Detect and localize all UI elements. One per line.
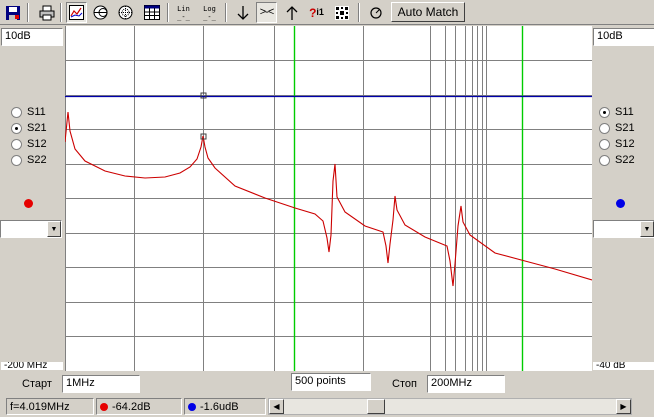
toolbar: Lin _-_ Log _-_ >-< ? i1 Auto Match	[0, 0, 654, 25]
auto-match-button[interactable]: Auto Match	[391, 2, 465, 22]
right-clipped-field: -40 dB	[593, 362, 654, 370]
stop-label: Стоп	[392, 378, 417, 390]
blue-marker-readout: -1.6udB	[184, 398, 266, 415]
left-param-group: S11 S21 S12 S22	[11, 104, 67, 168]
polar-chart-icon[interactable]	[115, 2, 136, 23]
red-dot-icon	[100, 402, 108, 411]
radio-icon	[599, 122, 610, 134]
scroll-right-icon[interactable]: ▶	[616, 399, 631, 414]
left-marker-combo[interactable]: ▼	[0, 220, 62, 238]
left-scale-field[interactable]: 10dB	[1, 28, 63, 46]
zoom-in-icon[interactable]: >-<	[256, 2, 277, 23]
right-param-s12[interactable]: S12	[599, 136, 654, 152]
blue-dot-icon	[188, 402, 196, 411]
graph-grid	[65, 26, 592, 371]
frequency-readout: f=4.019MHz	[6, 398, 94, 415]
save-icon[interactable]	[2, 2, 23, 23]
lin-scale-icon[interactable]: Lin _-_	[173, 2, 194, 23]
measurement-graph[interactable]	[65, 26, 592, 371]
radio-checked-icon	[599, 106, 610, 118]
start-frequency-field[interactable]: 1MHz	[62, 375, 140, 393]
start-label: Старт	[22, 378, 52, 390]
right-param-s22[interactable]: S22	[599, 152, 654, 168]
scroll-thumb[interactable]	[367, 399, 385, 414]
chevron-down-icon[interactable]: ▼	[47, 221, 61, 237]
right-param-s11[interactable]: S11	[599, 104, 654, 120]
radio-icon	[11, 138, 22, 150]
radio-icon	[599, 154, 610, 166]
right-param-group: S11 S21 S12 S22	[599, 104, 654, 168]
right-scale-field[interactable]: 10dB	[593, 28, 654, 46]
reset-icon[interactable]	[365, 2, 386, 23]
table-view-icon[interactable]	[141, 2, 162, 23]
lin-label: Lin	[177, 4, 190, 13]
left-param-s12[interactable]: S12	[11, 136, 67, 152]
left-marker-color-icon	[24, 199, 33, 208]
chevron-down-icon[interactable]: ▼	[640, 221, 654, 237]
left-clipped-field: -200 MHz	[1, 362, 63, 370]
arrow-down-icon[interactable]	[232, 2, 253, 23]
log-label: Log	[203, 4, 216, 13]
radio-icon	[11, 106, 22, 118]
status-bar: f=4.019MHz -64.2dB -1.6udB ◀ ▶	[0, 396, 654, 417]
stop-frequency-field[interactable]: 200MHz	[427, 375, 505, 393]
right-marker-combo[interactable]: ▼	[593, 220, 654, 238]
frequency-scrollbar[interactable]: ◀ ▶	[268, 398, 632, 415]
log-scale-icon[interactable]: Log _-_	[199, 2, 220, 23]
graph-view-icon[interactable]	[66, 2, 87, 23]
calibration-icon[interactable]	[331, 2, 352, 23]
right-param-s21[interactable]: S21	[599, 120, 654, 136]
left-param-s22[interactable]: S22	[11, 152, 67, 168]
arrow-up-icon[interactable]	[281, 2, 302, 23]
scroll-left-icon[interactable]: ◀	[269, 399, 284, 414]
points-field[interactable]: 500 points	[291, 373, 371, 391]
radio-icon	[599, 138, 610, 150]
radio-icon	[11, 154, 22, 166]
left-param-s21[interactable]: S21	[11, 120, 67, 136]
print-icon[interactable]	[36, 2, 57, 23]
smith-chart-icon[interactable]	[90, 2, 111, 23]
right-marker-color-icon	[616, 199, 625, 208]
red-marker-readout: -64.2dB	[96, 398, 182, 415]
marker-search-icon[interactable]: ? i1	[306, 2, 327, 23]
left-param-s11[interactable]: S11	[11, 104, 67, 120]
radio-checked-icon	[11, 122, 22, 134]
